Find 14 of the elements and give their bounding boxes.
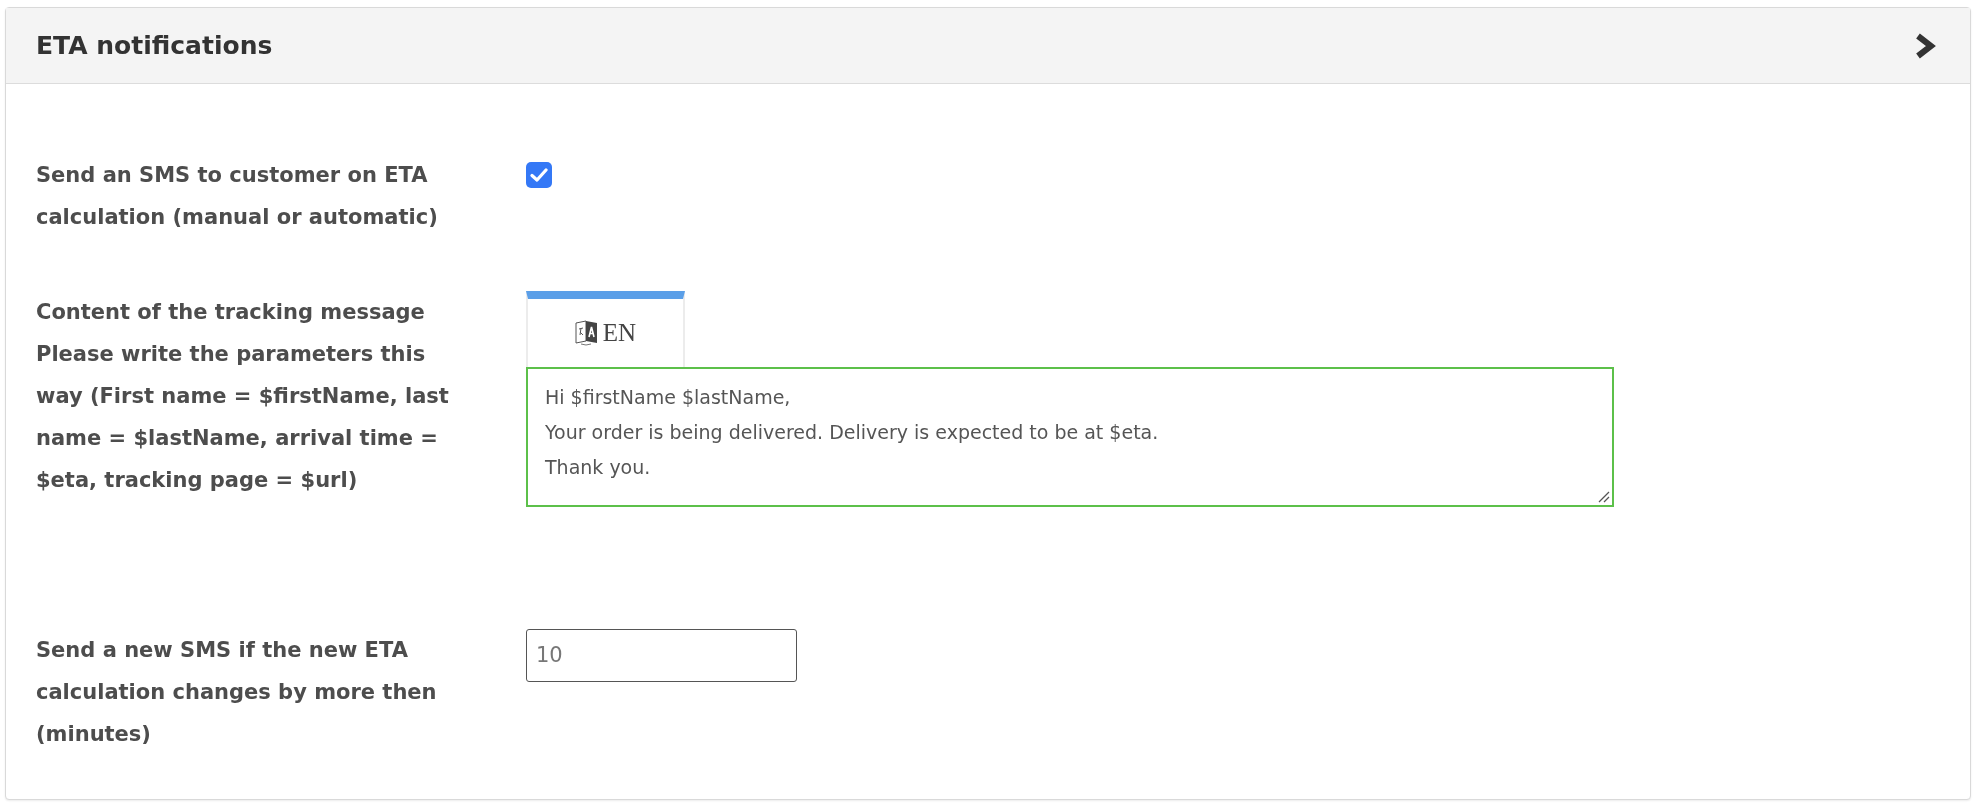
minutes-input-field[interactable]: 10 [526,629,797,682]
field-label: Send an SMS to customer on ETA calculation (manual or automatic) [36,162,439,231]
field-hint: Please write the parameters this way (First name = $firstName, last name = $lastName, arrival time = $eta, tracking page = $url) [36,341,450,494]
chevron-right-icon[interactable] [1914,31,1936,60]
checkmark-icon [530,167,548,183]
field-label: Send a new SMS if the new ETA calculation changes by more then (minutes) [36,637,438,748]
message-textarea[interactable]: Hi $firstName $lastName, Your order is being delivered. Delivery is expected to be at $eta. Thank you. [526,367,1614,507]
panel-header[interactable]: ETA notifications [6,8,1970,84]
field-label: Content of the tracking message [36,299,426,326]
panel-title: ETA notifications [36,29,273,62]
language-tab[interactable]: EN [526,291,685,367]
resize-handle-icon[interactable] [1598,491,1610,503]
checkbox[interactable] [526,162,552,188]
translate-book-icon [574,320,599,346]
